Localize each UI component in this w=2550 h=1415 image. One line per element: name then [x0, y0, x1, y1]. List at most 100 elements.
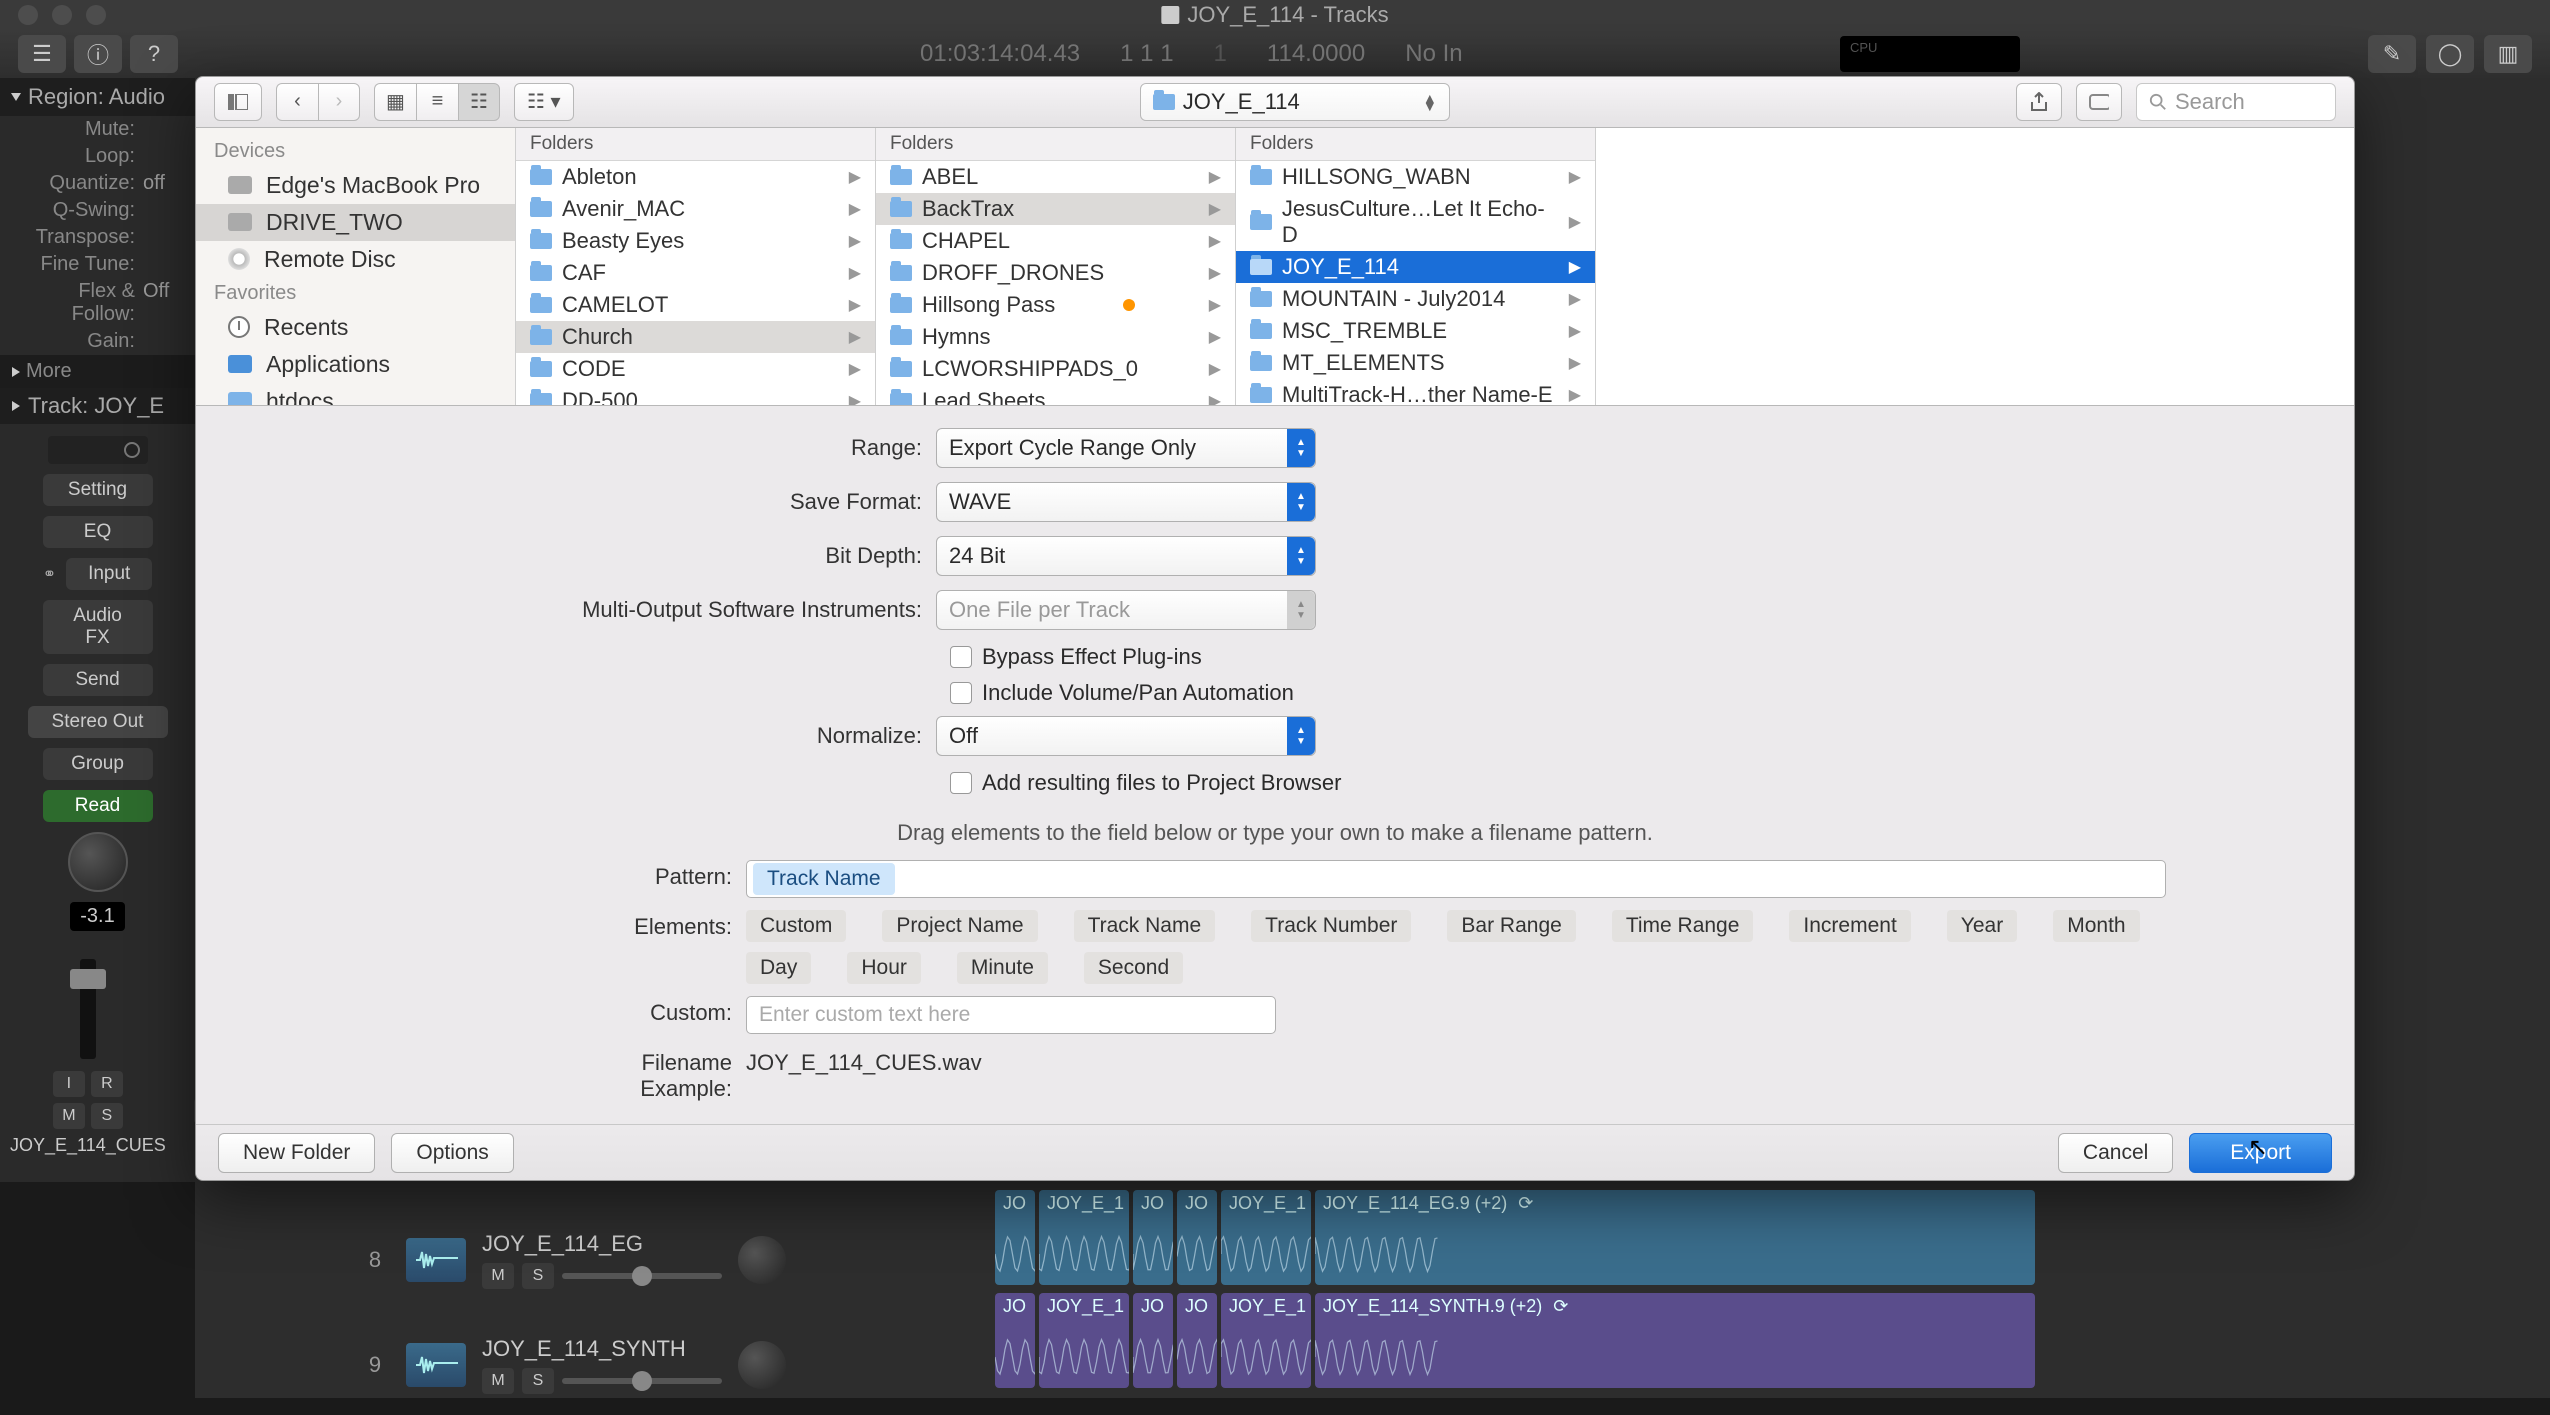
folder-item[interactable]: ABEL ▶	[876, 161, 1235, 193]
group-button[interactable]: Group	[43, 748, 153, 780]
browser-column[interactable]: Folders Ableton ▶ Avenir_MAC ▶ Beasty Ey…	[516, 128, 876, 406]
back-button[interactable]: ‹	[276, 83, 318, 121]
output-button[interactable]: Stereo Out	[28, 706, 168, 738]
folder-item[interactable]: DD-500 ▶	[516, 385, 875, 406]
loops-button[interactable]: ◯	[2426, 35, 2474, 73]
element-token[interactable]: Month	[2053, 910, 2139, 942]
folder-item[interactable]: JesusCulture…Let It Echo-D ▶	[1236, 193, 1595, 251]
folder-item[interactable]: Beasty Eyes ▶	[516, 225, 875, 257]
browser-button[interactable]: ▥	[2484, 35, 2532, 73]
folder-item[interactable]: Lead Sheets ▶	[876, 385, 1235, 406]
add-to-browser-checkbox[interactable]	[950, 772, 972, 794]
inspector-button[interactable]: ⓘ	[74, 35, 122, 73]
element-token[interactable]: Track Number	[1251, 910, 1411, 942]
audio-region[interactable]: JO	[995, 1190, 1035, 1285]
normalize-select[interactable]: Off ▲▼	[936, 716, 1316, 756]
folder-item[interactable]: MT_ELEMENTS ▶	[1236, 347, 1595, 379]
audio-region[interactable]: JOY_E_1	[1039, 1293, 1129, 1388]
region-header[interactable]: Region: Audio	[0, 78, 195, 116]
folder-item[interactable]: MOUNTAIN - July2014 ▶	[1236, 283, 1595, 315]
volume-slider[interactable]	[562, 1273, 722, 1279]
folder-item[interactable]: DROFF_DRONES ▶	[876, 257, 1235, 289]
sidebar-device-item[interactable]: DRIVE_TWO	[196, 204, 515, 241]
browser-column[interactable]: Folders HILLSONG_WABN ▶ JesusCulture…Let…	[1236, 128, 1596, 406]
track-header-row[interactable]: 9 JOY_E_114_SYNTH M S	[360, 1315, 786, 1415]
tags-button[interactable]	[2076, 83, 2122, 121]
audio-region[interactable]: JOY_E_1	[1221, 1293, 1311, 1388]
search-input[interactable]: Search	[2136, 83, 2336, 121]
include-automation-checkbox[interactable]	[950, 682, 972, 704]
folder-item[interactable]: HILLSONG_WABN ▶	[1236, 161, 1595, 193]
folder-item[interactable]: Hymns ▶	[876, 321, 1235, 353]
format-select[interactable]: WAVE ▲▼	[936, 482, 1316, 522]
audio-region[interactable]: JO	[1133, 1190, 1173, 1285]
solo-button[interactable]: S	[522, 1263, 554, 1289]
mute-button[interactable]: M	[482, 1368, 514, 1394]
library-button[interactable]: ☰	[18, 35, 66, 73]
solo-button[interactable]: S	[522, 1368, 554, 1394]
audiofx-button[interactable]: Audio FX	[43, 600, 153, 654]
volume-slider[interactable]	[562, 1378, 722, 1384]
folder-item[interactable]: LCWORSHIPPADS_0 ▶	[876, 353, 1235, 385]
minimize-window-button[interactable]	[52, 5, 72, 25]
folder-item[interactable]: MSC_TREMBLE ▶	[1236, 315, 1595, 347]
audio-region[interactable]: JO	[1177, 1190, 1217, 1285]
audio-region[interactable]: JO	[1133, 1293, 1173, 1388]
element-token[interactable]: Year	[1947, 910, 2017, 942]
mute-button[interactable]: M	[53, 1103, 85, 1129]
folder-item[interactable]: BackTrax ▶	[876, 193, 1235, 225]
element-token[interactable]: Minute	[957, 952, 1048, 984]
folder-item[interactable]: Hillsong Pass ▶	[876, 289, 1235, 321]
element-token[interactable]: Time Range	[1612, 910, 1754, 942]
zoom-window-button[interactable]	[86, 5, 106, 25]
folder-item[interactable]: CAMELOT ▶	[516, 289, 875, 321]
list-view-button[interactable]: ≡	[416, 83, 458, 121]
input-monitor-button[interactable]: I	[53, 1071, 85, 1097]
fader[interactable]	[80, 959, 96, 1059]
sidebar-favorite-item[interactable]: Applications	[196, 346, 515, 383]
sidebar-device-item[interactable]: Edge's MacBook Pro	[196, 167, 515, 204]
bitdepth-select[interactable]: 24 Bit ▲▼	[936, 536, 1316, 576]
folder-item[interactable]: CHAPEL ▶	[876, 225, 1235, 257]
bypass-checkbox[interactable]	[950, 646, 972, 668]
audio-region[interactable]: JOY_E_114_SYNTH.9 (+2) ⟳	[1315, 1293, 2035, 1388]
track-header-row[interactable]: 8 JOY_E_114_EG M S	[360, 1210, 786, 1310]
arrange-options-button[interactable]: ☷ ▾	[514, 83, 574, 121]
sidebar-favorite-item[interactable]: htdocs	[196, 383, 515, 406]
notes-button[interactable]: ✎	[2368, 35, 2416, 73]
options-button[interactable]: Options	[391, 1133, 513, 1173]
folder-item[interactable]: MultiTrack-H…ther Name-E ▶	[1236, 379, 1595, 406]
element-token[interactable]: Increment	[1789, 910, 1910, 942]
audio-region[interactable]: JOY_E_114_EG.9 (+2) ⟳	[1315, 1190, 2035, 1285]
folder-item[interactable]: CODE ▶	[516, 353, 875, 385]
pan-knob[interactable]	[738, 1236, 786, 1284]
element-token[interactable]: Day	[746, 952, 811, 984]
sidebar-device-item[interactable]: Remote Disc	[196, 241, 515, 278]
export-button[interactable]: Export	[2189, 1133, 2332, 1173]
element-token[interactable]: Project Name	[882, 910, 1037, 942]
path-selector[interactable]: JOY_E_114 ▲▼	[1140, 83, 1450, 121]
icon-view-button[interactable]: ▦	[374, 83, 416, 121]
folder-item[interactable]: JOY_E_114 ▶	[1236, 251, 1595, 283]
help-button[interactable]: ?	[130, 35, 178, 73]
folder-item[interactable]: Church ▶	[516, 321, 875, 353]
track-header[interactable]: Track: JOY_E	[0, 388, 195, 424]
audio-region[interactable]: JOY_E_1	[1221, 1190, 1311, 1285]
element-token[interactable]: Second	[1084, 952, 1183, 984]
custom-input[interactable]: Enter custom text here	[746, 996, 1276, 1034]
range-select[interactable]: Export Cycle Range Only ▲▼	[936, 428, 1316, 468]
audio-region[interactable]: JO	[1177, 1293, 1217, 1388]
sidebar-toggle-button[interactable]	[214, 83, 262, 121]
folder-item[interactable]: Avenir_MAC ▶	[516, 193, 875, 225]
browser-column[interactable]: Folders ABEL ▶ BackTrax ▶ CHAPEL ▶ DROFF…	[876, 128, 1236, 406]
record-enable-button[interactable]: R	[91, 1071, 123, 1097]
new-folder-button[interactable]: New Folder	[218, 1133, 375, 1173]
element-token[interactable]: Custom	[746, 910, 846, 942]
cancel-button[interactable]: Cancel	[2058, 1133, 2173, 1173]
element-token[interactable]: Bar Range	[1447, 910, 1575, 942]
folder-item[interactable]: CAF ▶	[516, 257, 875, 289]
pattern-field[interactable]: Track Name	[746, 860, 2166, 898]
folder-item[interactable]: Ableton ▶	[516, 161, 875, 193]
close-window-button[interactable]	[18, 5, 38, 25]
input-button[interactable]: Input	[66, 558, 152, 590]
